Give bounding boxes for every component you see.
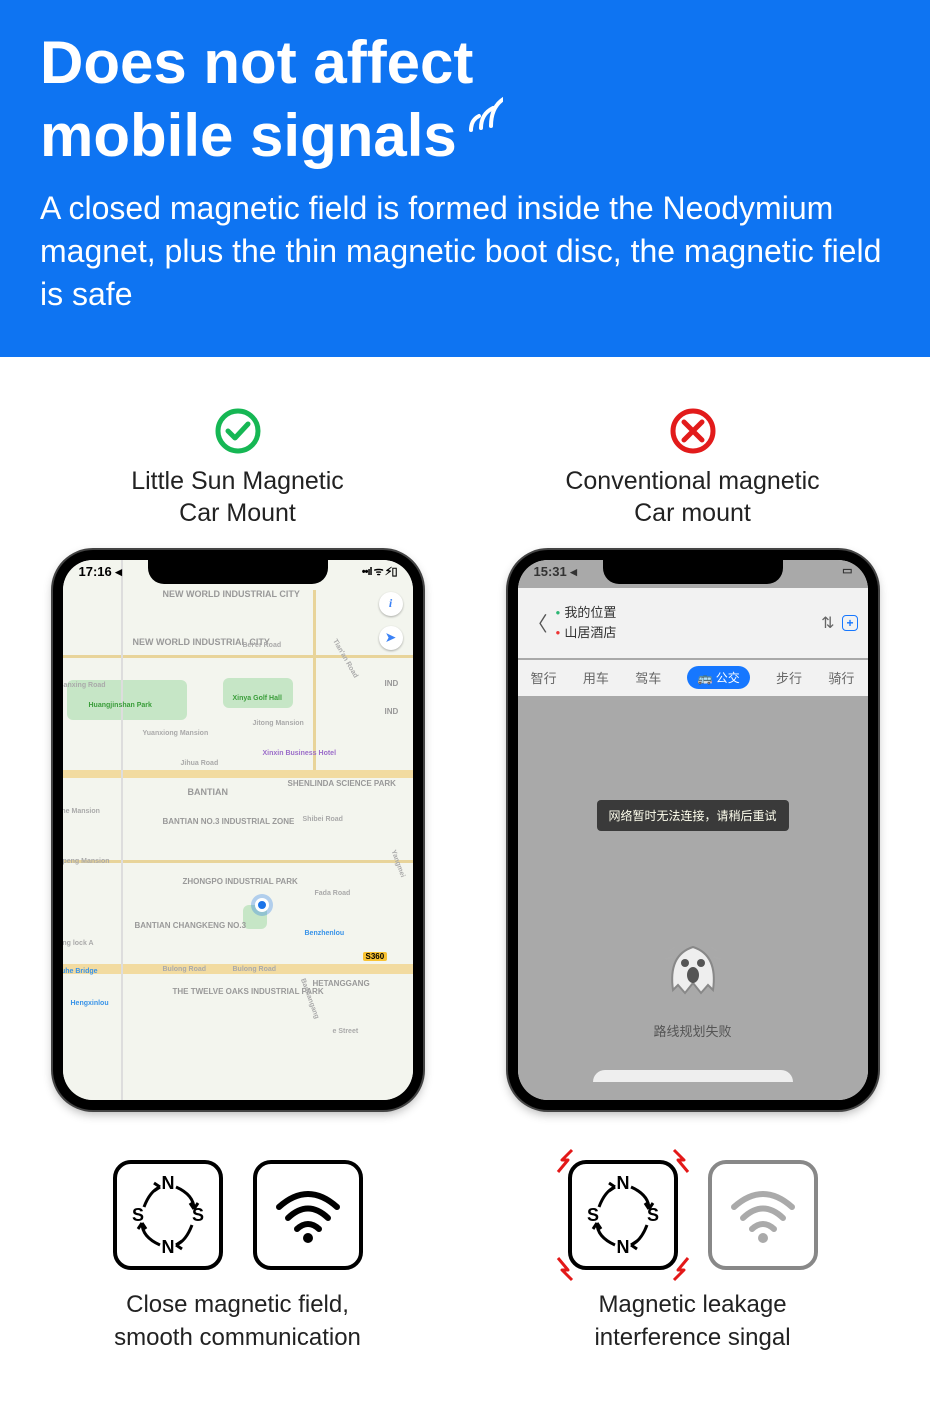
hero-banner: Does not affect mobile signals A closed …	[0, 0, 930, 357]
retry-sheet[interactable]	[593, 1070, 793, 1082]
spark-icon	[554, 1256, 580, 1282]
screen-right: 15:31 ◂ ▭ 〈 我的位置 山居酒店 ⇅ +	[518, 560, 868, 1100]
closed-field-icon: N S S N	[113, 1160, 223, 1270]
tab-item-active[interactable]: 🚌 公交	[687, 666, 749, 689]
route-points: 我的位置 山居酒店	[556, 603, 617, 642]
map-view: NEW WORLD INDUSTRIAL CITY NEW WORLD INDU…	[63, 560, 413, 1100]
svg-text:N: N	[616, 1237, 629, 1257]
notch	[603, 560, 783, 584]
location-dot	[255, 898, 269, 912]
svg-text:N: N	[161, 1173, 174, 1193]
check-icon	[214, 407, 262, 455]
back-icon[interactable]: 〈	[528, 608, 548, 637]
spark-icon	[554, 1148, 580, 1174]
origin-label[interactable]: 我的位置	[556, 603, 617, 623]
feature-good-caption: Close magnetic field,smooth communicatio…	[114, 1288, 361, 1355]
banner-title: Does not affect mobile signals	[40, 30, 890, 169]
swap-icon[interactable]: ⇅	[821, 613, 834, 633]
info-button[interactable]: i	[379, 592, 403, 616]
status-icons: ••ıl ᯤ ⚡︎▯	[362, 564, 397, 584]
spark-icon	[666, 1148, 692, 1174]
svg-text:S: S	[586, 1205, 598, 1225]
feature-bad: N S S N	[485, 1160, 900, 1355]
feature-good: N S S N	[30, 1160, 445, 1355]
tab-item[interactable]: 驾车	[635, 668, 661, 687]
ghost-icon	[663, 935, 723, 1000]
feature-bad-caption: Magnetic leakageinterference singal	[594, 1288, 790, 1355]
add-stop-icon[interactable]: +	[842, 615, 857, 631]
nav-header: 〈 我的位置 山居酒店 ⇅ +	[518, 588, 868, 658]
locate-button[interactable]: ➤	[379, 626, 403, 650]
svg-text:N: N	[161, 1237, 174, 1257]
svg-text:S: S	[131, 1205, 143, 1225]
status-icons: ▭	[842, 564, 851, 584]
spark-icon	[666, 1256, 692, 1282]
wifi-weak-icon	[708, 1160, 818, 1270]
cross-icon	[669, 407, 717, 455]
svg-text:N: N	[616, 1173, 629, 1193]
phone-left: 17:16 ◂ ••ıl ᯤ ⚡︎▯ NEW WORLD I	[53, 550, 423, 1110]
left-title: Little Sun MagneticCar Mount	[131, 465, 344, 530]
dest-label[interactable]: 山居酒店	[556, 623, 617, 643]
column-bad: Conventional magneticCar mount 15:31 ◂ ▭…	[485, 407, 900, 1110]
network-toast: 网络暂时无法连接，请稍后重试	[596, 800, 788, 831]
column-good: Little Sun MagneticCar Mount 17:16 ◂ ••ı…	[30, 407, 445, 1110]
comparison-row: Little Sun MagneticCar Mount 17:16 ◂ ••ı…	[0, 357, 930, 1150]
transport-tabs: 智行 用车 驾车 🚌 公交 步行 骑行	[518, 660, 868, 696]
tab-item[interactable]: 步行	[776, 668, 802, 687]
phone-right: 15:31 ◂ ▭ 〈 我的位置 山居酒店 ⇅ +	[508, 550, 878, 1110]
tab-item[interactable]: 骑行	[828, 668, 854, 687]
tab-item[interactable]: 智行	[531, 668, 557, 687]
right-title: Conventional magneticCar mount	[565, 465, 819, 530]
banner-subtitle: A closed magnetic field is formed inside…	[40, 187, 890, 317]
dimmed-screen: 15:31 ◂ ▭ 〈 我的位置 山居酒店 ⇅ +	[518, 560, 868, 1100]
signal-icon	[467, 96, 503, 141]
feature-icons-row: N S S N	[0, 1150, 930, 1395]
screen-left: 17:16 ◂ ••ıl ᯤ ⚡︎▯ NEW WORLD I	[63, 560, 413, 1100]
notch	[148, 560, 328, 584]
wifi-strong-icon	[253, 1160, 363, 1270]
fail-message: 路线规划失败	[518, 1021, 868, 1040]
leaky-field-icon: N S S N	[568, 1160, 678, 1270]
tab-item[interactable]: 用车	[583, 668, 609, 687]
